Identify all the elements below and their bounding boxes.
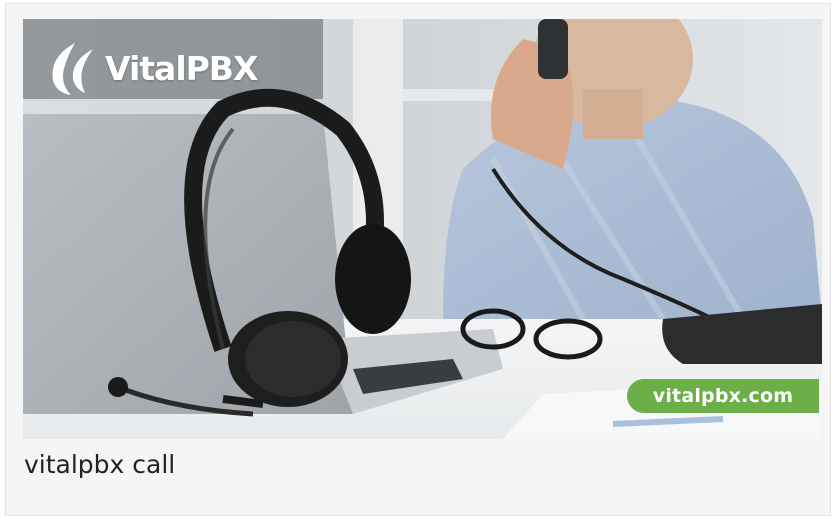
- website-badge: vitalpbx.com: [627, 379, 819, 413]
- image-card: VitalPBX vitalpbx.com vitalpbx call: [5, 3, 831, 516]
- image-caption: vitalpbx call: [24, 450, 176, 479]
- logo-swoosh-icon: [52, 43, 93, 95]
- vitalpbx-logo: VitalPBX: [43, 39, 258, 97]
- logo-wordmark: VitalPBX: [105, 48, 258, 88]
- featured-image[interactable]: VitalPBX vitalpbx.com: [23, 19, 822, 439]
